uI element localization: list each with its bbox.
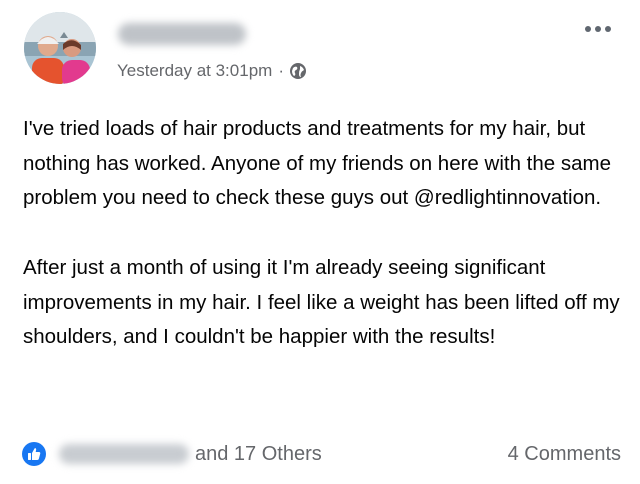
comments-count-link[interactable]: 4 Comments (508, 443, 621, 466)
liker-name-blurred[interactable] (59, 444, 189, 464)
post-paragraph: I've tried loads of hair products and tr… (23, 117, 612, 210)
post-footer: and 17 Others 4 Comments (21, 440, 621, 468)
post-card: Yesterday at 3:01pm · I've tried loads o… (0, 0, 640, 484)
avatar-photo (24, 12, 96, 84)
like-icon[interactable] (21, 441, 47, 467)
more-dot (585, 26, 591, 32)
post-paragraph: After just a month of using it I'm alrea… (23, 255, 620, 349)
post-timestamp[interactable]: Yesterday at 3:01pm (117, 61, 272, 81)
post-body: I've tried loads of hair products and tr… (23, 112, 623, 355)
more-dot (605, 26, 611, 32)
meta-separator: · (278, 61, 284, 80)
more-options-icon[interactable] (585, 26, 611, 32)
author-avatar[interactable] (24, 12, 96, 84)
globe-icon[interactable] (289, 62, 307, 80)
post-meta: Yesterday at 3:01pm · (117, 59, 307, 83)
reaction-others-link[interactable]: and 17 Others (195, 443, 322, 466)
author-name-blurred[interactable] (118, 23, 246, 45)
more-dot (595, 26, 601, 32)
